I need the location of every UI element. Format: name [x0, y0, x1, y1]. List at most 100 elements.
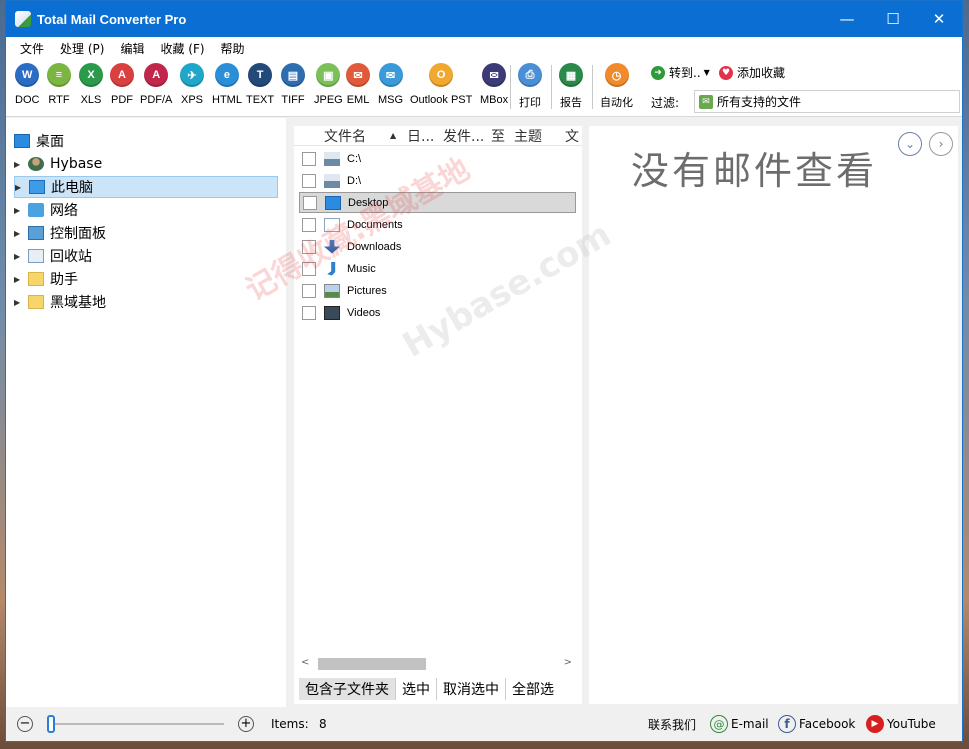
menu-favorites[interactable]: 收藏 (F): [152, 40, 212, 57]
file-checkbox[interactable]: [302, 261, 316, 276]
file-row[interactable]: Downloads: [299, 236, 576, 257]
file-checkbox[interactable]: [302, 239, 316, 254]
file-row[interactable]: C:\: [299, 148, 576, 169]
tree-item-4[interactable]: ▶ 控制面板: [14, 222, 106, 244]
tree-item-label: 桌面: [36, 134, 64, 150]
pdf-button[interactable]: A PDF: [110, 63, 134, 106]
title-bar[interactable]: Total Mail Converter Pro — ☐ ✕: [6, 1, 962, 37]
facebook-link[interactable]: f Facebook: [778, 715, 855, 733]
file-row[interactable]: Pictures: [299, 280, 576, 301]
file-row[interactable]: Videos: [299, 302, 576, 323]
expand-arrow-icon[interactable]: ▶: [15, 183, 25, 192]
file-row[interactable]: Documents: [299, 214, 576, 235]
menu-edit[interactable]: 编辑: [112, 40, 152, 57]
tree-item-2[interactable]: ▶ 此电脑: [14, 176, 278, 198]
menu-process[interactable]: 处理 (P): [52, 40, 112, 57]
youtube-link[interactable]: ▶ YouTube: [866, 715, 936, 733]
minimize-button[interactable]: —: [824, 1, 870, 37]
expand-arrow-icon[interactable]: ▶: [14, 252, 24, 261]
expand-arrow-icon[interactable]: ▶: [14, 298, 24, 307]
chevron-down-icon[interactable]: ⌄: [898, 132, 922, 156]
tiff-button[interactable]: ▤ TIFF: [281, 63, 305, 106]
close-button[interactable]: ✕: [916, 1, 962, 37]
tree-item-label: 助手: [50, 272, 78, 288]
goto-button[interactable]: ➜ 转到.. ▼: [651, 64, 710, 81]
xls-button[interactable]: X XLS: [79, 63, 103, 106]
expand-arrow-icon[interactable]: ▶: [14, 229, 24, 238]
msg-button[interactable]: ✉ MSG: [378, 63, 403, 106]
tree-item-5[interactable]: ▶ 回收站: [14, 245, 92, 267]
col-sender[interactable]: 发件...: [443, 126, 484, 146]
tree-item-6[interactable]: ▶ 助手: [14, 268, 78, 290]
zoom-slider[interactable]: [47, 715, 224, 733]
text-button[interactable]: T TEXT: [246, 63, 274, 106]
email-label: E-mail: [731, 717, 769, 731]
jpeg-button[interactable]: ▣ JPEG: [314, 63, 343, 106]
col-to[interactable]: 至: [491, 126, 505, 146]
col-subject[interactable]: 主题: [514, 126, 542, 146]
scroll-left-icon[interactable]: <: [301, 657, 309, 668]
file-name: D:\: [347, 174, 362, 187]
chevron-right-icon[interactable]: ›: [929, 132, 953, 156]
arrow-right-icon: ➜: [651, 65, 665, 80]
file-row[interactable]: D:\: [299, 170, 576, 191]
report-button[interactable]: ▦ 报告: [559, 63, 583, 110]
html-button[interactable]: e HTML: [212, 63, 242, 106]
report-icon: ▦: [559, 63, 583, 87]
goto-label: 转到..: [669, 66, 701, 80]
dropdown-arrow-icon: ▼: [703, 68, 710, 77]
eml-button[interactable]: ✉ EML: [346, 63, 370, 106]
file-name: Pictures: [347, 284, 387, 297]
tree-item-7[interactable]: ▶ 黑域基地: [14, 291, 106, 313]
outlook-pst-button[interactable]: O Outlook PST: [410, 63, 472, 106]
file-checkbox[interactable]: [302, 151, 316, 166]
check-button[interactable]: 选中: [396, 678, 437, 700]
zoom-out-icon[interactable]: −: [17, 716, 33, 732]
maximize-button[interactable]: ☐: [870, 1, 916, 37]
pdfa-button[interactable]: A PDF/A: [140, 63, 172, 106]
youtube-icon: ▶: [866, 715, 884, 733]
horizontal-scrollbar[interactable]: < >: [299, 656, 576, 673]
tree-item-0[interactable]: 桌面: [14, 130, 64, 152]
expand-arrow-icon[interactable]: ▶: [14, 206, 24, 215]
scroll-thumb[interactable]: [318, 658, 426, 670]
uncheck-button[interactable]: 取消选中: [437, 678, 506, 700]
doc-button[interactable]: W DOC: [15, 63, 39, 106]
menu-help[interactable]: 帮助: [213, 40, 253, 57]
file-checkbox[interactable]: [303, 195, 317, 210]
xps-button[interactable]: ✈ XPS: [180, 63, 204, 106]
file-checkbox[interactable]: [302, 283, 316, 298]
right-splitter[interactable]: [582, 118, 589, 707]
zoom-in-icon[interactable]: +: [238, 716, 254, 732]
tree-item-3[interactable]: ▶ 网络: [14, 199, 78, 221]
email-link[interactable]: @ E-mail: [710, 715, 769, 733]
col-file[interactable]: 文: [565, 126, 579, 146]
expand-arrow-icon[interactable]: ▶: [14, 160, 24, 169]
automation-button[interactable]: ◷ 自动化: [600, 63, 633, 110]
zoom-slider-thumb[interactable]: [47, 715, 55, 733]
menu-file[interactable]: 文件: [12, 40, 52, 57]
col-filename[interactable]: 文件名: [324, 126, 366, 146]
expand-arrow-icon[interactable]: ▶: [14, 275, 24, 284]
tree-item-1[interactable]: ▶ Hybase: [14, 153, 102, 175]
file-row[interactable]: Desktop: [299, 192, 576, 213]
include-subfolders-button[interactable]: 包含子文件夹: [299, 678, 396, 700]
tree-item-label: 此电脑: [51, 180, 93, 196]
file-checkbox[interactable]: [302, 173, 316, 188]
file-checkbox[interactable]: [302, 305, 316, 320]
tree-item-label: Hybase: [50, 156, 103, 172]
filter-select[interactable]: ✉ 所有支持的文件: [694, 90, 960, 113]
rtf-button[interactable]: ≡ RTF: [47, 63, 71, 106]
add-favorite-button[interactable]: ♥ 添加收藏: [719, 64, 785, 81]
col-date[interactable]: 日...: [407, 126, 434, 146]
scroll-right-icon[interactable]: >: [564, 657, 572, 668]
print-button[interactable]: ⎙ 打印: [518, 63, 542, 110]
left-splitter[interactable]: [286, 118, 293, 707]
contact-us-link[interactable]: 联系我们: [648, 716, 696, 733]
check-all-button[interactable]: 全部选: [506, 678, 560, 700]
file-checkbox[interactable]: [302, 217, 316, 232]
file-row[interactable]: Music: [299, 258, 576, 279]
menu-bar: 文件 处理 (P) 编辑 收藏 (F) 帮助: [6, 37, 962, 59]
xps-icon: ✈: [180, 63, 204, 87]
mbox-button[interactable]: ✉ MBox: [480, 63, 508, 106]
